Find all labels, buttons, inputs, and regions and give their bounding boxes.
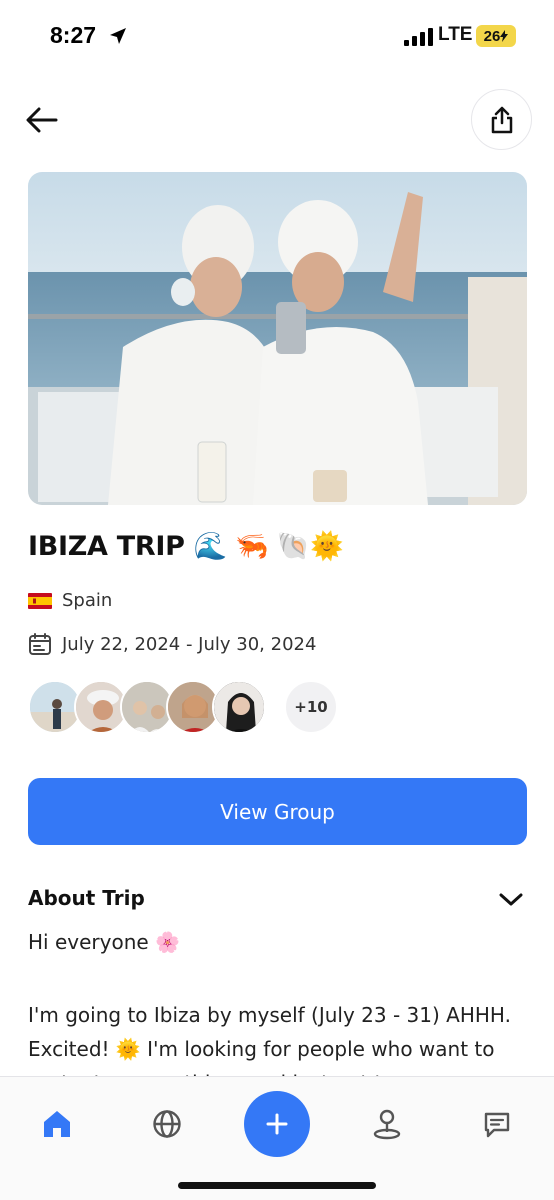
chat-icon — [484, 1112, 510, 1138]
avatar[interactable] — [212, 680, 266, 734]
trip-title: IBIZA TRIP 🌊 🦐 🐚🌞 — [28, 530, 344, 562]
nav-messages[interactable] — [480, 1107, 514, 1141]
charging-bolt-icon — [500, 30, 509, 42]
more-members-badge[interactable]: +10 — [284, 680, 338, 734]
spain-flag-icon — [28, 592, 52, 609]
home-indicator — [178, 1182, 376, 1189]
trip-title-text: IBIZA TRIP — [28, 531, 185, 562]
map-pin-icon — [373, 1109, 401, 1140]
arrow-left-icon — [26, 107, 58, 133]
back-button[interactable] — [22, 100, 62, 140]
add-trip-button[interactable] — [244, 1091, 310, 1157]
share-icon — [491, 106, 512, 133]
battery-level: 26 — [483, 27, 501, 45]
about-trip-heading: About Trip — [28, 886, 145, 910]
member-avatars[interactable]: +10 — [28, 680, 338, 736]
status-time: 8:27 — [50, 22, 97, 48]
date-row: July 22, 2024 - July 30, 2024 — [28, 632, 316, 656]
network-type: LTE — [438, 24, 473, 45]
nav-home[interactable] — [40, 1107, 74, 1141]
location-arrow-icon — [110, 28, 126, 44]
home-icon — [44, 1111, 70, 1137]
nav-map[interactable] — [370, 1107, 404, 1141]
calendar-icon — [29, 633, 51, 655]
share-button[interactable] — [471, 89, 532, 150]
status-bar: 8:27 LTE 26 — [0, 0, 554, 70]
trip-location: Spain — [62, 590, 113, 611]
nav-explore[interactable] — [150, 1107, 184, 1141]
trip-cover-photo — [28, 172, 527, 505]
trip-title-emojis: 🌊 🦐 🐚🌞 — [193, 531, 344, 562]
chevron-down-icon[interactable] — [498, 889, 524, 909]
location-row: Spain — [28, 590, 112, 611]
trip-dates: July 22, 2024 - July 30, 2024 — [62, 633, 317, 655]
globe-icon — [153, 1110, 181, 1138]
view-group-button[interactable]: View Group — [28, 778, 527, 845]
plus-icon — [266, 1113, 288, 1135]
cellular-signal-icon — [404, 28, 433, 46]
about-greeting: Hi everyone 🌸 — [28, 930, 180, 954]
battery-indicator: 26 — [476, 25, 516, 47]
